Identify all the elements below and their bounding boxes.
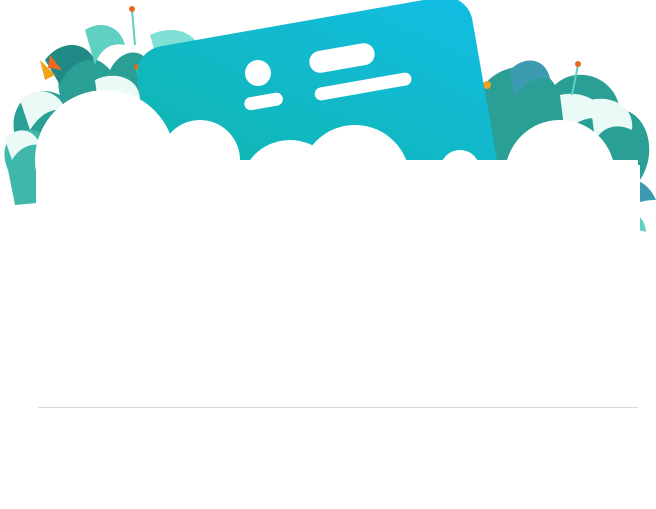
divider [38, 407, 638, 408]
page [0, 0, 656, 509]
id-card-illustration [4, 0, 656, 260]
card-avatar-icon [245, 60, 271, 86]
